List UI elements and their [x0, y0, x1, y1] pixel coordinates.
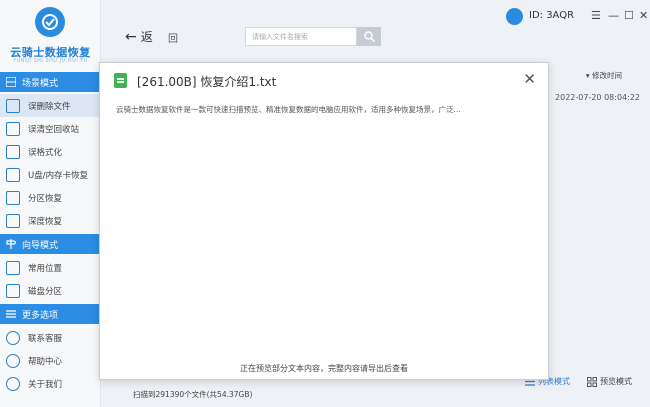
section-wizard-mode: 向导模式 [0, 234, 100, 254]
grid-icon [587, 376, 597, 387]
file-preview-dialog: [261.00B] 恢复介绍1.txt ✕ 云骑士数据恢复软件是一款可快速扫描预… [99, 62, 549, 380]
recycle-bin-icon [6, 121, 20, 136]
deep-scan-icon [6, 213, 20, 228]
sidebar-item-deep-scan[interactable]: 深度恢复 [0, 209, 100, 232]
sidebar-item-label: 联系客服 [28, 333, 63, 344]
search-button[interactable] [357, 27, 381, 46]
sidebar-item-format[interactable]: 误格式化 [0, 140, 100, 163]
preview-content: 云骑士数据恢复软件是一款可快速扫描预览、精准恢复数据的电脑应用软件，适用多种恢复… [116, 105, 461, 114]
section-scene-mode: 场景模式 [0, 72, 100, 92]
sidebar-item-about[interactable]: 关于我们 [0, 372, 100, 395]
info-icon [6, 376, 20, 391]
sidebar-item-label: 深度恢复 [28, 216, 63, 227]
menu-icon [6, 310, 16, 318]
sidebar-item-common-locations[interactable]: 常用位置 [0, 256, 100, 279]
sidebar-item-partition[interactable]: 分区恢复 [0, 186, 100, 209]
headset-icon [6, 330, 20, 345]
section-label: 向导模式 [22, 240, 59, 251]
signpost-icon [6, 239, 16, 249]
sidebar-item-label: 关于我们 [28, 379, 63, 390]
app-logo: 云骑士数据恢复 YUNQI SHI SHU JU HUI FU [0, 0, 100, 72]
sidebar-item-disk-partition[interactable]: 磁盘分区 [0, 279, 100, 302]
sidebar-item-label: 误清空回收站 [28, 124, 80, 135]
section-label: 更多选项 [22, 310, 59, 321]
sidebar: 云骑士数据恢复 YUNQI SHI SHU JU HUI FU 场景模式 误删除… [0, 0, 101, 407]
arrow-left-icon: ← [125, 28, 137, 45]
sidebar-item-usb[interactable]: U盘/内存卡恢复 [0, 163, 100, 186]
return-button[interactable]: 回 [168, 30, 178, 45]
view-label: 预览模式 [600, 377, 632, 386]
usb-icon [6, 167, 20, 182]
sidebar-item-label: 误删除文件 [28, 101, 71, 112]
maximize-button[interactable]: ☐ [624, 9, 634, 22]
search-input[interactable]: 请输入文件名搜索 [245, 27, 357, 46]
preview-notice: 正在预览部分文本内容，完整内容请导出后查看 [240, 364, 408, 373]
column-header-modified[interactable]: ▾ 修改时间 [586, 70, 622, 81]
grid-icon [6, 77, 16, 87]
menu-button[interactable]: ☰ [591, 9, 601, 22]
sidebar-item-label: 常用位置 [28, 263, 63, 274]
sidebar-item-help[interactable]: 帮助中心 [0, 349, 100, 372]
disk-icon [6, 283, 20, 298]
sidebar-item-label: 分区恢复 [28, 193, 63, 204]
format-icon [6, 144, 20, 159]
title-bar-right: ID: 3AQR ☰ — ☐ ✕ [500, 0, 650, 30]
section-label: 场景模式 [22, 78, 59, 89]
sidebar-item-label: 误格式化 [28, 147, 63, 158]
preview-view-button[interactable]: 预览模式 [587, 376, 632, 387]
dialog-close-button[interactable]: ✕ [523, 70, 536, 88]
back-label: 返 [140, 30, 153, 44]
minimize-button[interactable]: — [608, 9, 619, 22]
dialog-title: [261.00B] 恢复介绍1.txt [137, 75, 277, 89]
help-icon [6, 353, 20, 368]
sidebar-item-recycle-bin[interactable]: 误清空回收站 [0, 117, 100, 140]
scan-status: 扫描到291390个文件(共54.37GB) [133, 390, 253, 399]
sidebar-item-label: 帮助中心 [28, 356, 63, 367]
user-avatar-icon [506, 8, 523, 25]
close-button[interactable]: ✕ [639, 9, 648, 22]
sidebar-item-deleted-files[interactable]: 误删除文件 [0, 94, 100, 117]
dialog-header: [261.00B] 恢复介绍1.txt ✕ [100, 63, 548, 97]
location-icon [6, 260, 20, 275]
row-modified-time: 2022-07-20 08:04:22 [555, 93, 640, 102]
user-id: ID: 3AQR [529, 10, 575, 21]
logo-icon [35, 7, 65, 37]
sidebar-item-label: U盘/内存卡恢复 [28, 170, 89, 181]
sidebar-item-support[interactable]: 联系客服 [0, 326, 100, 349]
search-icon [363, 31, 375, 42]
sidebar-item-label: 磁盘分区 [28, 286, 63, 297]
partition-icon [6, 190, 20, 205]
back-button[interactable]: ← 返 [125, 28, 153, 45]
text-file-icon [114, 73, 127, 88]
column-label: 修改时间 [592, 71, 622, 80]
logo-subtitle: YUNQI SHI SHU JU HUI FU [13, 58, 88, 64]
trash-icon [6, 98, 20, 113]
section-more-options: 更多选项 [0, 304, 100, 324]
